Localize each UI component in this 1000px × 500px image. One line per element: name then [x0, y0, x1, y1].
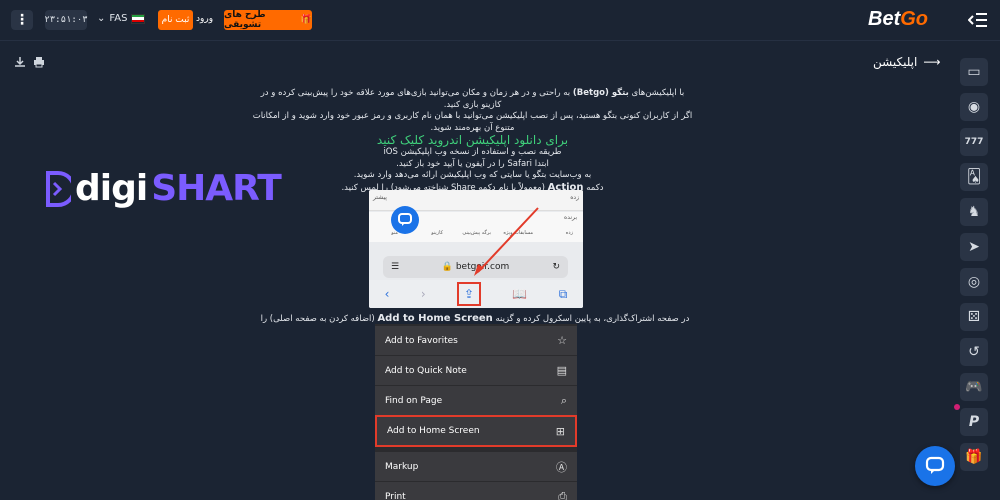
share-item-favorites: Add to Favorites ☆	[375, 326, 577, 355]
sports-icon[interactable]: ▭	[960, 58, 988, 86]
reader-icon: ☰	[391, 262, 400, 272]
ios-share-sheet-screenshot: Add to Favorites ☆ Add to Quick Note ▤ Fin…	[375, 324, 577, 500]
star-icon: ☆	[557, 334, 567, 347]
language-code: FAS	[109, 13, 128, 24]
chat-bubble-icon	[391, 206, 419, 234]
ios-heading: طریقه نصب و استفاده از نسخه وب اپلیکیشن …	[383, 147, 562, 157]
red-arrow-icon	[474, 207, 539, 276]
promotions-label: طرح های تشویقی	[224, 10, 266, 30]
share-item-markup: Markup Ⓐ	[375, 452, 577, 481]
forward-icon: ›	[420, 287, 426, 301]
step-1: ابتدا Safari را در آیفون یا آیپد خود باز…	[396, 158, 549, 169]
gift-icon[interactable]: 🎁	[960, 443, 988, 471]
reload-icon: ↻	[552, 262, 560, 272]
promotions-button[interactable]: طرح های تشویقی 🎁	[224, 10, 312, 30]
live-chat-button[interactable]	[915, 446, 955, 486]
paper-plane-icon[interactable]: ➤	[960, 233, 988, 261]
iran-flag-icon	[131, 13, 146, 24]
lock-icon: 🔒	[441, 262, 453, 272]
step-2: به وب‌سایت بتگو یا سایتی که وب اپلیکیشن …	[353, 170, 592, 180]
chevron-down-icon: ⌄	[97, 13, 106, 24]
share-item-quick-note: Add to Quick Note ▤	[375, 356, 577, 385]
live-icon[interactable]: ◉	[960, 93, 988, 121]
aviator-icon[interactable]: ↺	[960, 338, 988, 366]
menu-toggle-icon[interactable]	[968, 11, 988, 29]
article-body: با اپلیکیشن‌های بتگو (Betgo) به راحتی و …	[250, 88, 695, 194]
print-icon[interactable]	[33, 56, 45, 68]
safari-toolbar: ‹ › ⇪ 📖 ⧉	[369, 280, 583, 308]
arrow-right-icon[interactable]: ⟶	[923, 55, 940, 69]
intro-paragraph: با اپلیکیشن‌های بتگو (Betgo) به راحتی و …	[260, 88, 685, 110]
share-item-find: Find on Page ⌕	[375, 386, 577, 415]
login-button[interactable]: ورود	[196, 14, 213, 24]
gift-icon: 🎁	[300, 15, 312, 25]
kebab-menu-button[interactable]: ⋮	[11, 10, 33, 30]
chat-icon	[925, 456, 945, 474]
print-icon: ⎙	[558, 489, 567, 500]
gamepad-icon[interactable]: 🎮	[960, 373, 988, 401]
tabs-icon: ⧉	[558, 286, 568, 301]
betgo-logo[interactable]: BetGo	[868, 8, 928, 31]
digishart-logo-icon	[46, 170, 71, 207]
top-bar: ⋮ ۲۳:۵۱:۰۳ ⌄ FAS ثبت نام ورود طرح های تش…	[0, 0, 1000, 41]
clock: ۲۳:۵۱:۰۳	[44, 10, 88, 30]
poker-chip-icon[interactable]: ◎	[960, 268, 988, 296]
page-title: اپلیکیشن ⟶	[873, 55, 941, 69]
dice-icon[interactable]: ⚄	[960, 303, 988, 331]
language-selector[interactable]: ⌄ FAS	[97, 13, 146, 24]
digishart-watermark: digi SHART	[45, 168, 282, 209]
register-button[interactable]: ثبت نام	[158, 10, 193, 30]
notification-dot	[954, 404, 960, 410]
share-icon: ⇪	[457, 282, 482, 306]
share-item-print: Print ⎙	[375, 482, 577, 500]
android-download-link[interactable]: برای دانلود اپلیکیشن اندروید کلیک کنید	[250, 134, 695, 147]
sidebar: ▭ ◉ 777 🂡 ♞ ➤ ◎ ⚄ ↺ 🎮 P 🎁	[954, 58, 990, 478]
plus-square-icon: ⊞	[555, 424, 565, 438]
find-icon: ⌕	[560, 393, 567, 407]
horse-icon[interactable]: ♞	[960, 198, 988, 226]
cards-icon[interactable]: 🂡	[960, 163, 988, 191]
back-icon: ‹	[384, 287, 390, 301]
existing-users-paragraph: اگر از کاربران کنونی بتگو هستید، پس از ن…	[252, 111, 693, 133]
slots-777-icon[interactable]: 777	[960, 128, 988, 156]
quick-note-icon: ▤	[556, 364, 567, 377]
share-item-add-home: Add to Home Screen ⊞	[375, 415, 577, 447]
markup-icon: Ⓐ	[556, 460, 567, 474]
p-icon[interactable]: P	[954, 404, 988, 436]
bookmarks-icon: 📖	[512, 287, 528, 301]
download-icon[interactable]	[14, 56, 26, 68]
